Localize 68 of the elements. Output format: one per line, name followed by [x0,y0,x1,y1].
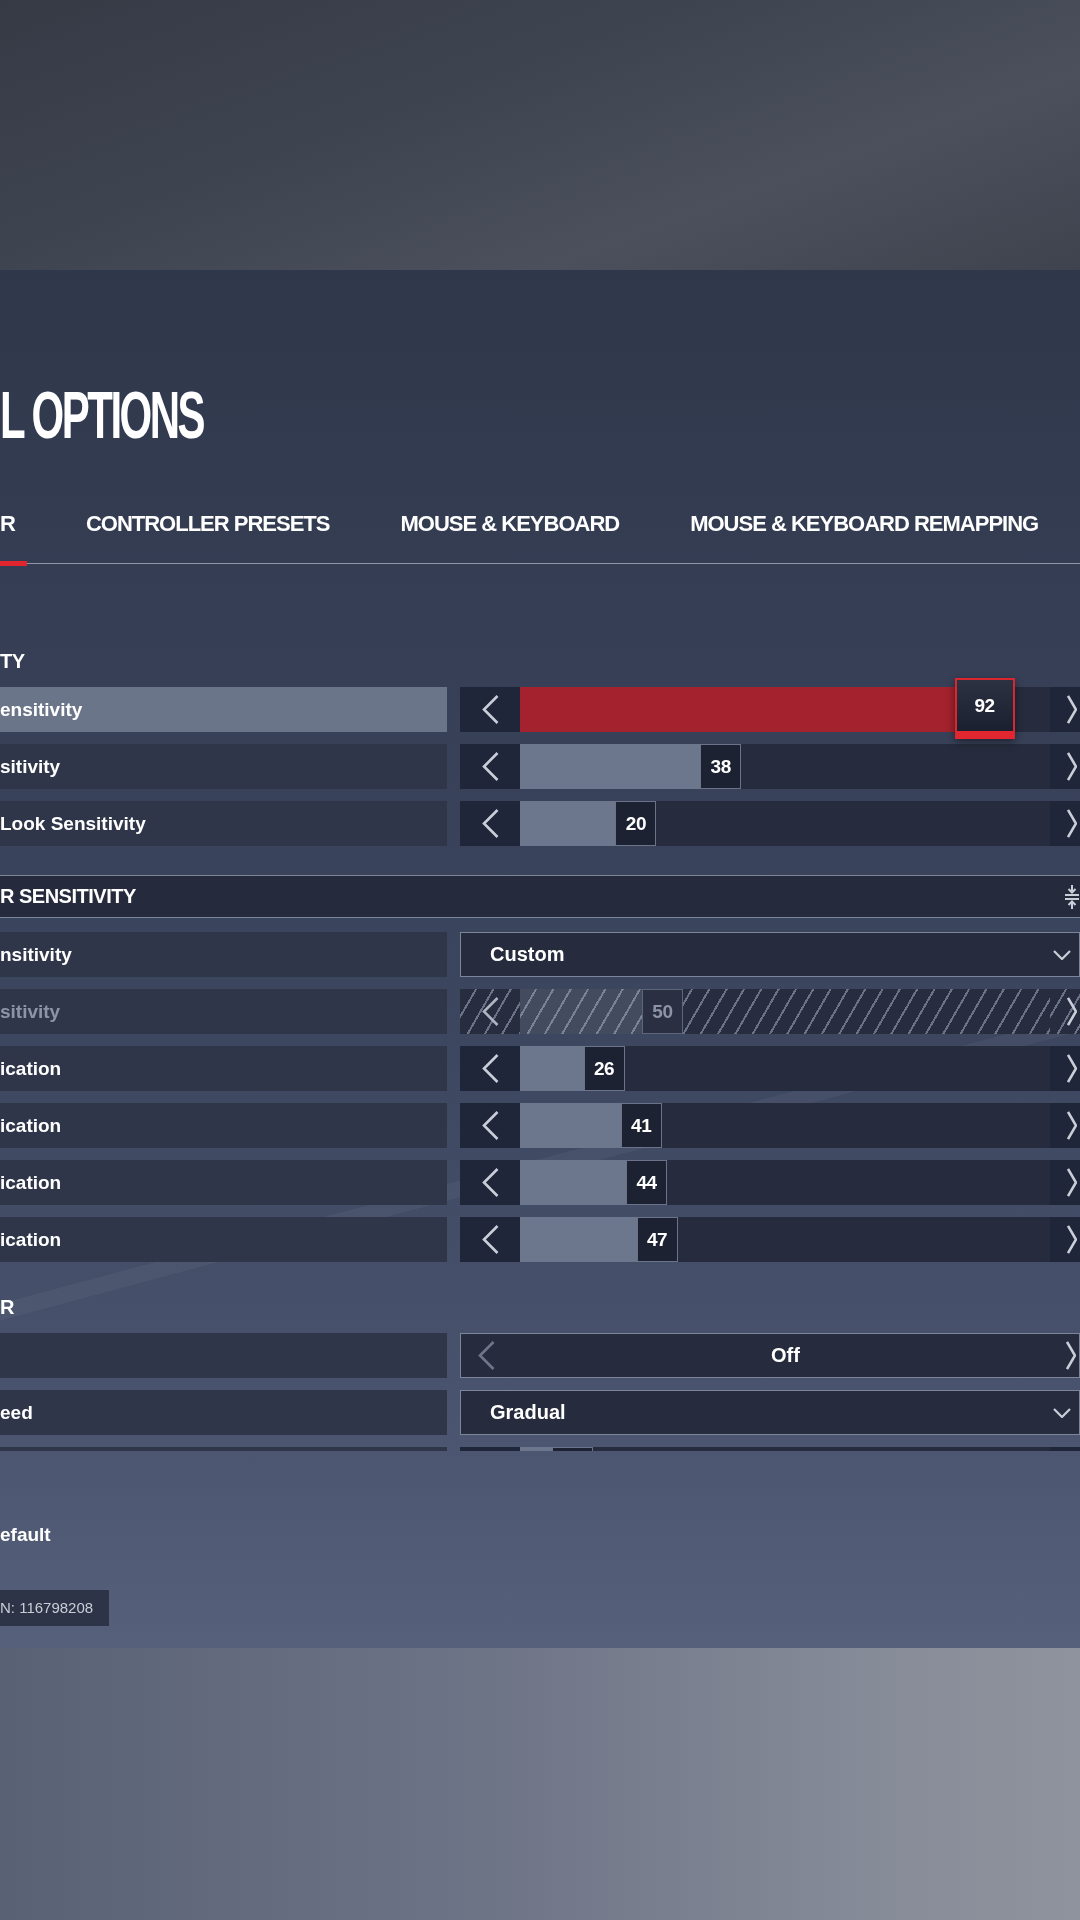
chevron-left-icon [481,695,499,724]
decrease-button[interactable] [460,1046,520,1091]
slider-handle[interactable] [551,1447,593,1451]
chevron-right-icon [1067,695,1077,724]
section-heading: TY [0,649,25,673]
slider-handle[interactable]: 26 [583,1046,625,1091]
chevron-right-icon [1067,809,1077,838]
slider-handle[interactable]: 44 [626,1160,667,1205]
setting-label: ication [0,1103,447,1148]
chevron-right-icon [1066,1341,1076,1370]
tab[interactable]: MOUSE & KEYBOARD [388,503,632,566]
decrease-button[interactable] [460,989,520,1034]
collapse-icon [1065,884,1079,909]
setting-label: Look Sensitivity [0,801,447,846]
chevron-down-icon [1053,949,1071,960]
chevron-left-icon [481,1054,499,1083]
chevron-left-icon [481,752,499,781]
version-badge: N: 116798208 [0,1590,110,1626]
slider-handle[interactable]: 47 [636,1217,678,1262]
section-header[interactable]: R SENSITIVITY [0,875,1080,918]
decrease-button[interactable] [460,1217,520,1262]
tab[interactable]: CONTROLLER PRESETS [73,503,342,566]
chevron-left-icon [481,997,499,1026]
slider-handle[interactable]: 20 [615,801,657,846]
increase-button[interactable] [1050,1103,1080,1148]
chevron-right-icon [1067,997,1077,1026]
decrease-button[interactable] [460,1160,520,1205]
increase-button[interactable] [1050,801,1080,846]
setting-label: sitivity [0,744,447,789]
increase-button[interactable] [1050,1160,1080,1205]
setting-label: ication [0,1046,447,1091]
chevron-right-icon [1067,752,1077,781]
chevron-down-icon [1053,1407,1071,1418]
setting-label: nsitivity [0,932,447,977]
chevron-right-icon [1067,1054,1077,1083]
tab[interactable]: MOUSE & KEYBOARD REMAPPING [678,503,1051,566]
dropdown[interactable]: Gradual [460,1390,1080,1435]
option-selector[interactable]: Off [460,1333,1080,1378]
chevron-left-icon [481,809,499,838]
increase-button[interactable] [1050,687,1080,732]
chevron-left-icon [481,1111,499,1140]
decrease-button[interactable] [460,744,520,789]
setting-label: ensitivity [0,687,447,732]
increase-button[interactable] [1050,1217,1080,1262]
menu-title: L OPTIONS [0,376,204,455]
setting-label: ication [0,1160,447,1205]
chevron-right-icon [1067,1225,1077,1254]
chevron-right-icon [1067,1168,1077,1197]
decrease-button[interactable] [460,1103,520,1148]
tab[interactable]: R [0,503,27,566]
chevron-left-icon [478,1341,495,1370]
dropdown[interactable]: Custom [460,932,1080,977]
increase-button[interactable] [1050,989,1080,1034]
setting-label: eed [0,1390,447,1435]
slider-handle[interactable]: 38 [700,744,742,789]
section-heading: R [0,1295,14,1319]
chevron-right-icon [1067,1111,1077,1140]
setting-label: ication [0,1217,447,1262]
chevron-left-icon [481,1225,499,1254]
chevron-left-icon [481,1168,499,1197]
setting-label: sitivity [0,989,447,1034]
reset-default-label: efault [0,1524,51,1546]
increase-button[interactable] [1050,744,1080,789]
slider-handle[interactable]: 41 [620,1103,662,1148]
increase-button[interactable] [1050,1046,1080,1091]
slider-handle[interactable]: 92 [954,678,1015,739]
decrease-button[interactable] [460,801,520,846]
decrease-button[interactable] [460,687,520,732]
